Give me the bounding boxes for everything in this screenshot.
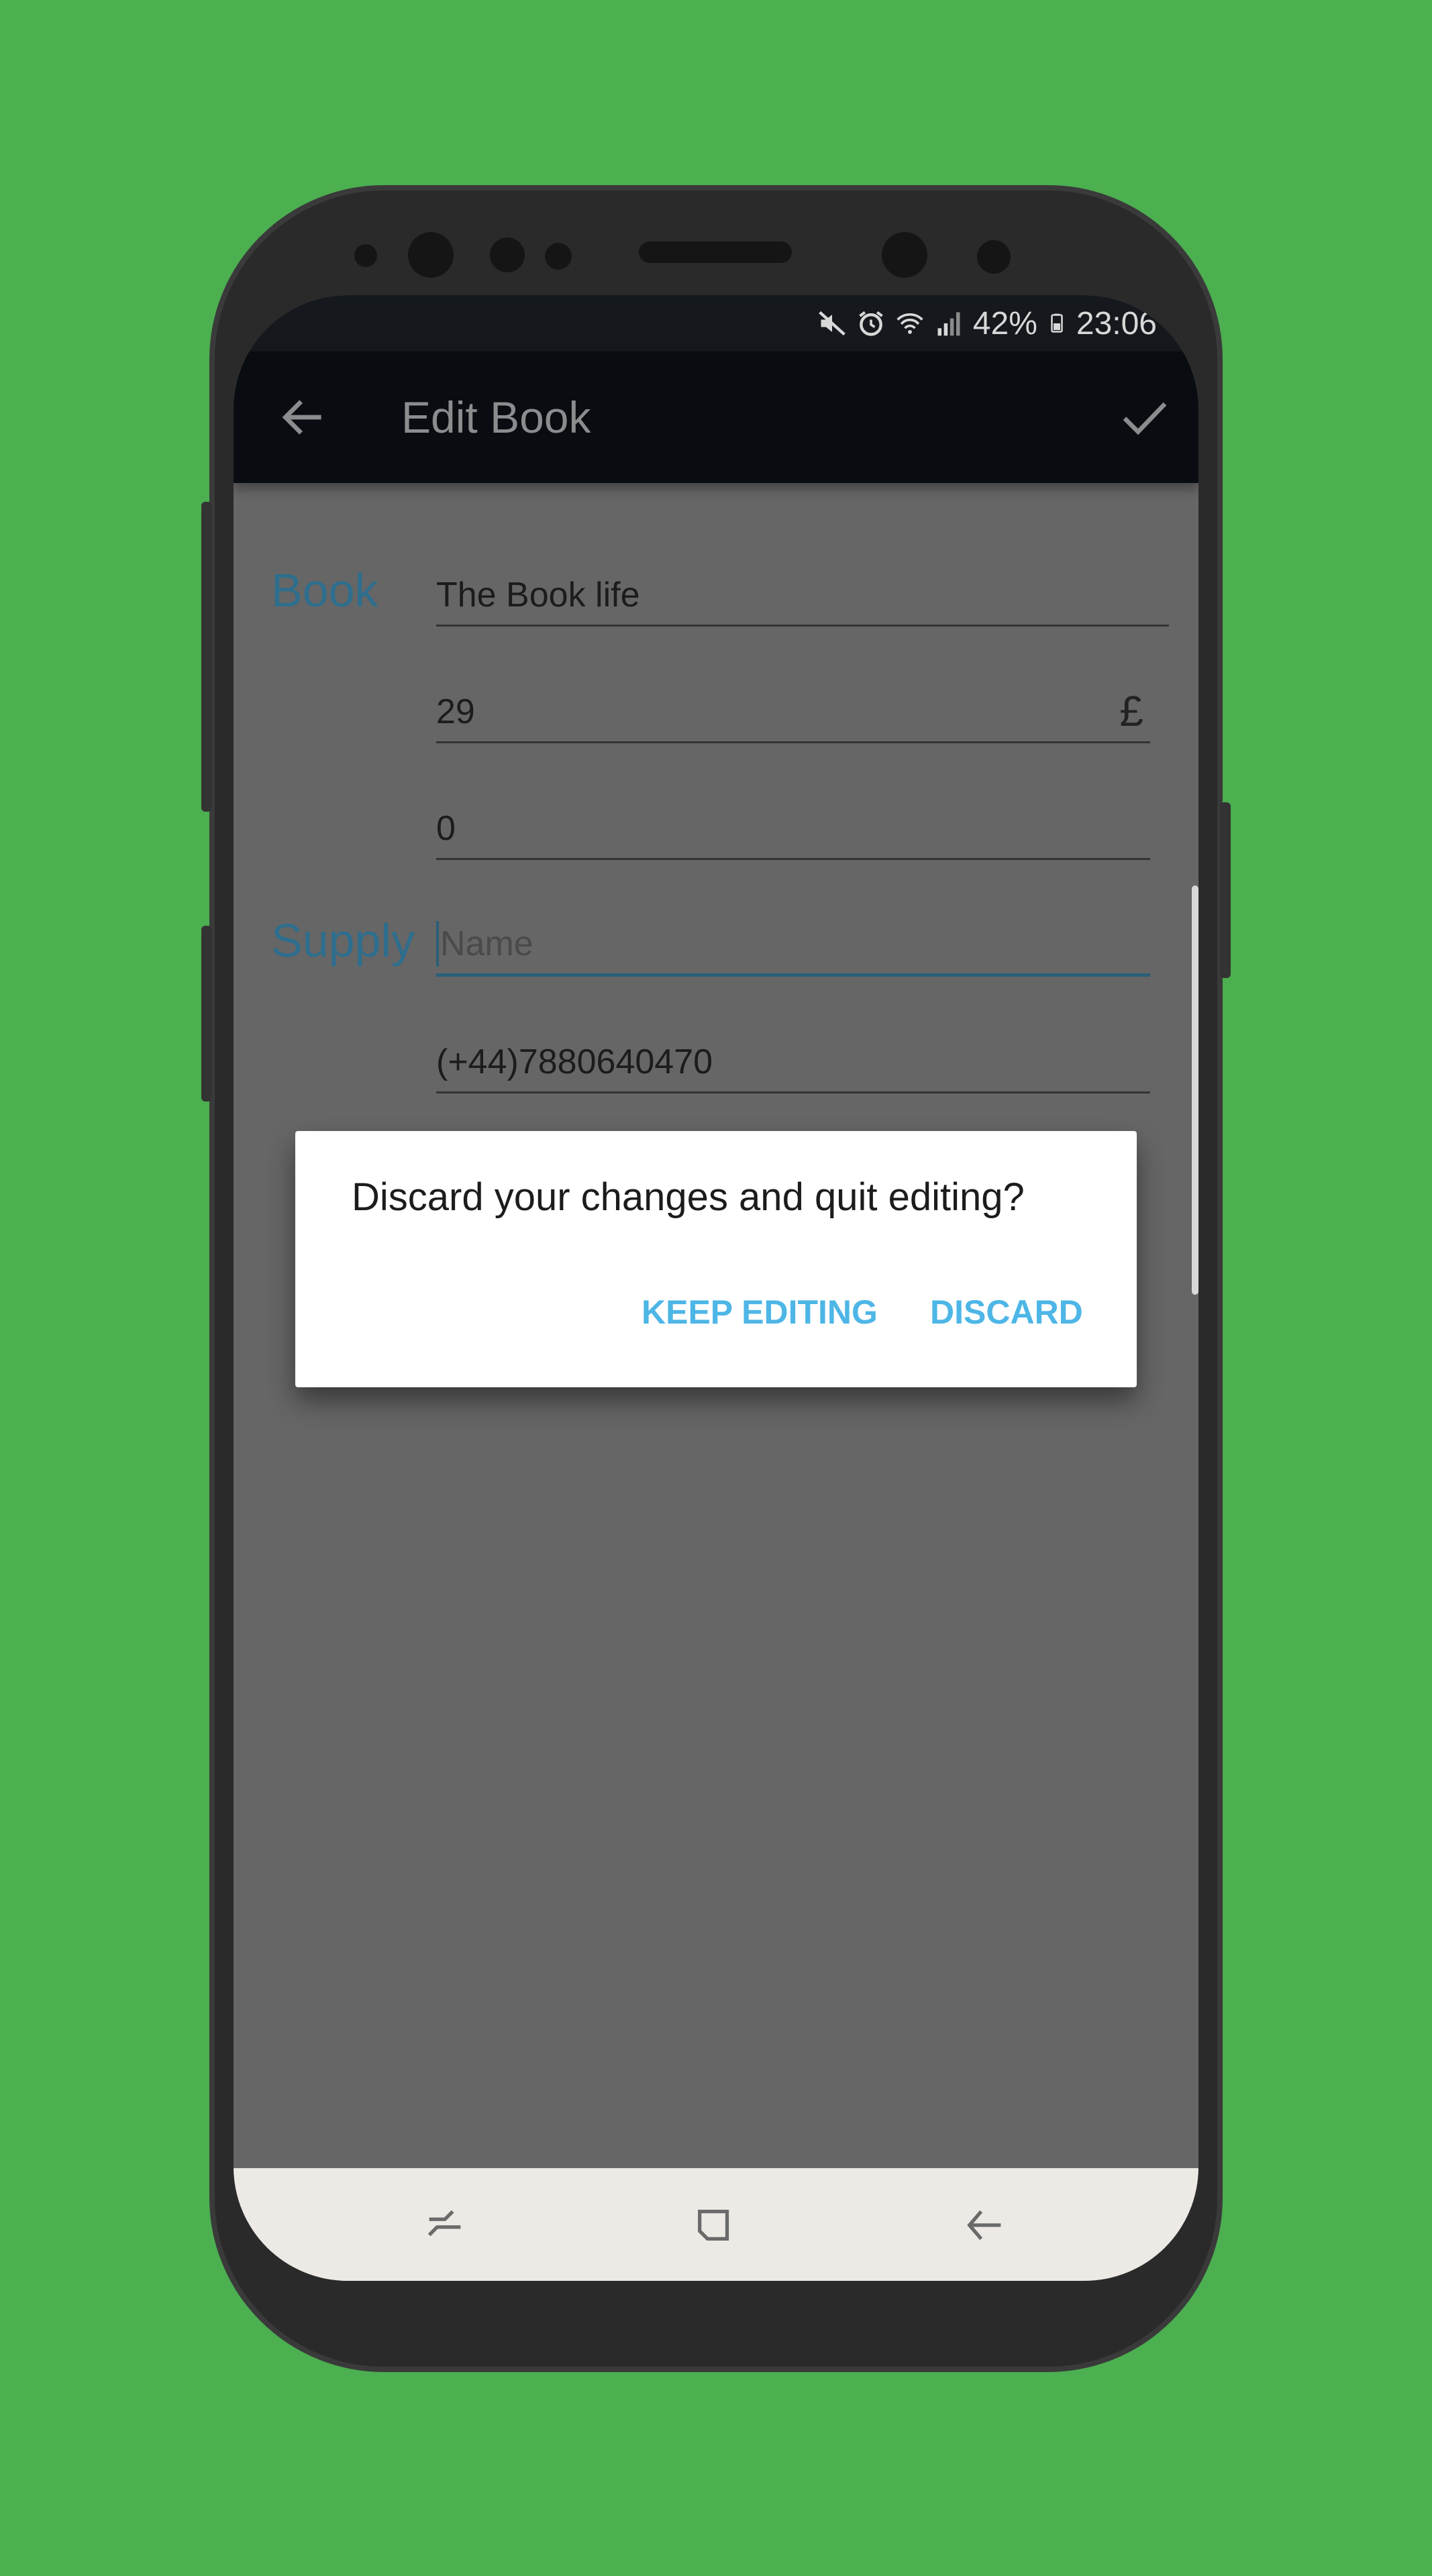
light-sensor-2 (545, 243, 572, 270)
volume-up-button (201, 502, 212, 812)
supply-section-label: Supply (271, 914, 415, 967)
power-button (1220, 802, 1231, 978)
supplier-name-placeholder: Name (440, 924, 533, 963)
supplier-name-field[interactable]: Name (436, 910, 1150, 977)
keep-editing-button[interactable]: KEEP EDITING (642, 1292, 878, 1332)
app-bar: Edit Book (234, 352, 1198, 483)
home-icon[interactable] (692, 2202, 739, 2249)
arrow-left-icon[interactable] (276, 390, 330, 444)
book-section-label: Book (271, 564, 378, 616)
text-cursor (436, 921, 439, 967)
mute-icon (818, 311, 846, 336)
back-icon[interactable] (962, 2202, 1009, 2249)
supplier-phone-value: (+44)7880640470 (436, 1042, 713, 1081)
page-title: Edit Book (401, 392, 591, 442)
discard-button[interactable]: DISCARD (930, 1292, 1083, 1332)
proximity-sensor (354, 244, 377, 267)
quantity-field[interactable]: 0 (436, 793, 1150, 860)
clock: 23:06 (1076, 305, 1157, 341)
currency-symbol: £ (1119, 687, 1143, 735)
navigation-bar (234, 2168, 1198, 2281)
quantity-value: 0 (436, 809, 456, 848)
alarm-icon (859, 311, 883, 336)
camera-sensor (977, 240, 1011, 274)
wifi-icon (897, 313, 923, 334)
checkmark-icon[interactable] (1118, 390, 1172, 444)
earpiece-speaker (639, 241, 792, 263)
recent-apps-icon[interactable] (421, 2202, 468, 2249)
scrollbar[interactable] (1192, 885, 1198, 1295)
price-field[interactable]: 29 £ (436, 676, 1150, 743)
book-title-value: The Book life (436, 576, 640, 614)
discard-dialog: Discard your changes and quit editing? K… (295, 1131, 1137, 1387)
volume-down-button (201, 926, 212, 1102)
signal-icon (937, 312, 960, 336)
front-camera (882, 232, 927, 278)
status-bar: 42% 23:06 (234, 295, 1198, 352)
iris-sensor (408, 232, 454, 278)
dialog-message: Discard your changes and quit editing? (352, 1175, 1025, 1219)
price-value: 29 (436, 692, 475, 731)
supplier-phone-field[interactable]: (+44)7880640470 (436, 1026, 1150, 1093)
book-title-field[interactable]: The Book life (436, 559, 1169, 627)
light-sensor (490, 237, 525, 272)
battery-percent: 42% (972, 305, 1037, 341)
battery-icon (1051, 313, 1063, 333)
